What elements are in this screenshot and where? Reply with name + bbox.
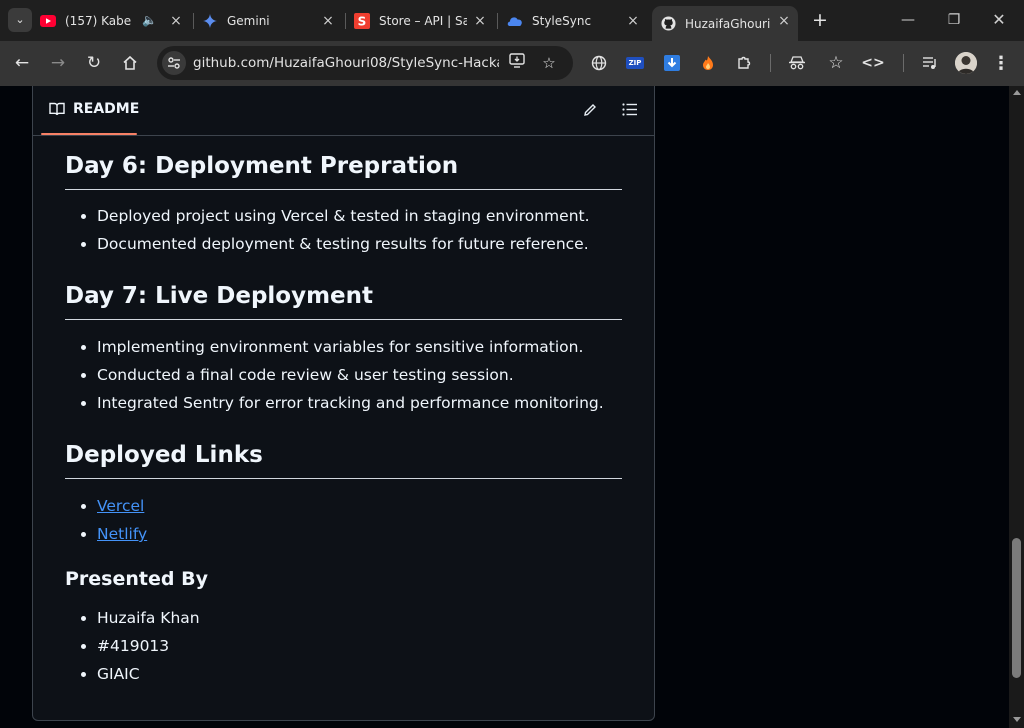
- bookmark-star-icon[interactable]: ☆: [539, 53, 559, 73]
- vercel-link[interactable]: Vercel: [97, 497, 144, 515]
- readme-tab-label: README: [73, 101, 140, 117]
- book-icon: [49, 102, 65, 116]
- list-item: Integrated Sentry for error tracking and…: [97, 389, 622, 417]
- gemini-icon: [202, 13, 218, 29]
- close-tab-icon[interactable]: ×: [320, 13, 336, 29]
- close-tab-icon[interactable]: ×: [625, 13, 641, 29]
- youtube-icon: [40, 13, 56, 29]
- browser-menu-kebab-icon[interactable]: ⋮: [990, 52, 1012, 74]
- section-day-6: Day 6: Deployment Prepration Deployed pr…: [65, 152, 622, 258]
- list-item: Deployed project using Vercel & tested i…: [97, 202, 622, 230]
- bullet-list: Huzaifa Khan #419013 GIAIC: [65, 604, 622, 688]
- readme-tab[interactable]: README: [49, 101, 139, 117]
- extensions-puzzle-icon[interactable]: [733, 52, 755, 74]
- outline-list-icon[interactable]: [618, 99, 640, 121]
- tab-title: (157) Kabe: [65, 14, 132, 28]
- netlify-link[interactable]: Netlify: [97, 525, 147, 543]
- active-tab-underline: [41, 133, 137, 135]
- url-text[interactable]: github.com/HuzaifaGhouri08/StyleSync-Hac…: [193, 54, 499, 72]
- scrollbar-thumb[interactable]: [1012, 538, 1021, 678]
- tab-stylesync[interactable]: StyleSync ×: [507, 6, 647, 36]
- close-tab-icon[interactable]: ×: [168, 13, 184, 29]
- section-heading: Day 6: Deployment Prepration: [65, 152, 622, 190]
- tab-title: Store – API | Sa: [379, 14, 467, 28]
- zip-extension-icon[interactable]: ZIP: [624, 52, 646, 74]
- home-icon[interactable]: [118, 51, 142, 75]
- toolbar-divider: [770, 54, 771, 72]
- list-item: Documented deployment & testing results …: [97, 230, 622, 258]
- site-info-icon[interactable]: [162, 51, 186, 75]
- list-item: Huzaifa Khan: [97, 604, 622, 632]
- section-heading: Deployed Links: [65, 441, 622, 479]
- tab-github[interactable]: HuzaifaGhouri0 ×: [652, 6, 798, 41]
- sanity-icon: S: [354, 13, 370, 29]
- profile-avatar[interactable]: [955, 52, 977, 74]
- section-heading: Presented By: [65, 568, 208, 590]
- list-item: Conducted a final code review & user tes…: [97, 361, 622, 389]
- tab-youtube[interactable]: (157) Kabe 🔈 ×: [40, 6, 190, 36]
- incognito-icon[interactable]: [786, 52, 808, 74]
- translate-globe-icon[interactable]: [588, 52, 610, 74]
- link-list: Vercel Netlify: [65, 492, 622, 548]
- list-item: Vercel: [97, 492, 622, 520]
- tab-gemini[interactable]: Gemini ×: [202, 6, 342, 36]
- readme-header: README: [33, 86, 654, 136]
- scroll-up-arrow-icon[interactable]: [1013, 90, 1021, 95]
- tab-title: HuzaifaGhouri0: [685, 16, 771, 31]
- section-deployed-links: Deployed Links Vercel Netlify: [65, 441, 622, 548]
- section-day-7: Day 7: Live Deployment Implementing envi…: [65, 282, 622, 417]
- browser-toolbar: ← → ↻ github.com/HuzaifaGhouri08/StyleSy…: [0, 41, 1024, 86]
- readme-card: README Day 6: Deployment Prepration Depl…: [32, 86, 655, 721]
- download-extension-icon[interactable]: [661, 52, 683, 74]
- close-tab-icon[interactable]: ×: [776, 13, 792, 29]
- svg-text:S: S: [358, 15, 367, 29]
- restore-window-icon[interactable]: ❐: [944, 10, 964, 30]
- forward-arrow-icon[interactable]: →: [46, 51, 70, 75]
- bullet-list: Deployed project using Vercel & tested i…: [65, 202, 622, 258]
- back-arrow-icon[interactable]: ←: [10, 51, 34, 75]
- tab-search-chevron-icon[interactable]: ⌄: [8, 8, 32, 32]
- install-app-icon[interactable]: [507, 53, 527, 73]
- tab-divider: [497, 13, 498, 29]
- new-tab-plus-icon[interactable]: +: [810, 10, 830, 30]
- section-presented-by: Presented By Huzaifa Khan #419013 GIAIC: [65, 567, 622, 688]
- media-playlist-icon[interactable]: [919, 52, 941, 74]
- github-icon: [660, 16, 676, 32]
- code-brackets-icon[interactable]: <>: [861, 52, 884, 74]
- reading-list-star-icon[interactable]: ☆: [825, 52, 847, 74]
- netlify-icon: [507, 13, 523, 29]
- tab-divider: [193, 13, 194, 29]
- fire-extension-icon[interactable]: [697, 52, 719, 74]
- edit-pencil-icon[interactable]: [579, 99, 601, 121]
- minimize-icon[interactable]: —: [898, 10, 918, 30]
- page-viewport: README Day 6: Deployment Prepration Depl…: [0, 86, 1009, 728]
- vertical-scrollbar[interactable]: [1009, 86, 1024, 728]
- close-window-icon[interactable]: ✕: [989, 10, 1009, 30]
- list-item: Implementing environment variables for s…: [97, 333, 622, 361]
- browser-tab-strip: ⌄ (157) Kabe 🔈 × Gemini × S Store – API …: [0, 0, 1024, 41]
- close-tab-icon[interactable]: ×: [472, 13, 488, 29]
- tab-divider: [345, 13, 346, 29]
- bullet-list: Implementing environment variables for s…: [65, 333, 622, 417]
- list-item: #419013: [97, 632, 622, 660]
- toolbar-divider: [903, 54, 904, 72]
- list-item: Netlify: [97, 520, 622, 548]
- section-heading: Day 7: Live Deployment: [65, 282, 622, 320]
- reload-icon[interactable]: ↻: [82, 51, 106, 75]
- speaker-icon[interactable]: 🔈: [142, 13, 157, 27]
- list-item: GIAIC: [97, 660, 622, 688]
- address-bar[interactable]: github.com/HuzaifaGhouri08/StyleSync-Hac…: [157, 46, 573, 80]
- tab-sanity-store[interactable]: S Store – API | Sa ×: [354, 6, 494, 36]
- scroll-down-arrow-icon[interactable]: [1013, 717, 1021, 722]
